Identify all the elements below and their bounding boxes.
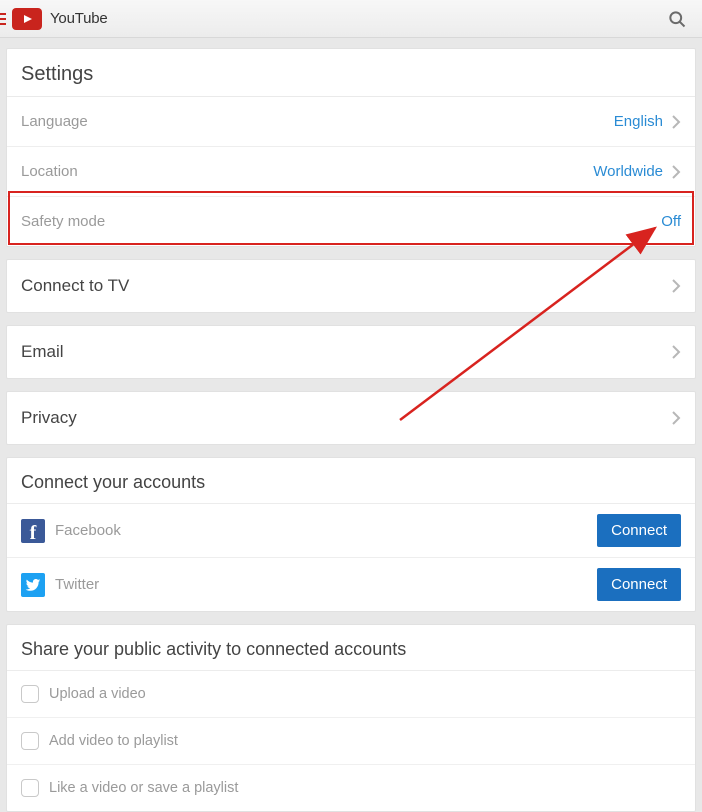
setting-row-location[interactable]: Location Worldwide (7, 147, 695, 197)
share-activity-title: Share your public activity to connected … (7, 625, 695, 671)
setting-label: Location (21, 163, 78, 180)
connect-accounts-card: Connect your accounts f Facebook Connect… (6, 457, 696, 612)
connect-button-twitter[interactable]: Connect (597, 568, 681, 601)
settings-title: Settings (7, 49, 695, 97)
nav-card-connect-tv[interactable]: Connect to TV (6, 259, 696, 313)
youtube-logo-icon[interactable] (12, 8, 42, 30)
chevron-right-icon (671, 114, 681, 130)
nav-label: Privacy (21, 408, 77, 428)
chevron-right-icon (671, 410, 681, 426)
share-option-label: Add video to playlist (49, 733, 178, 749)
menu-icon[interactable] (0, 13, 8, 25)
checkbox-icon[interactable] (21, 732, 39, 750)
setting-value: Off (661, 213, 681, 230)
nav-card-privacy[interactable]: Privacy (6, 391, 696, 445)
connect-accounts-title: Connect your accounts (7, 458, 695, 504)
setting-value: Worldwide (593, 163, 663, 180)
share-option-add-playlist[interactable]: Add video to playlist (7, 718, 695, 765)
chevron-right-icon (671, 344, 681, 360)
top-bar: YouTube (0, 0, 702, 38)
chevron-right-icon (671, 278, 681, 294)
checkbox-icon[interactable] (21, 779, 39, 797)
chevron-right-icon (671, 164, 681, 180)
share-option-like[interactable]: Like a video or save a playlist (7, 765, 695, 811)
account-row-twitter: Twitter Connect (7, 558, 695, 611)
account-row-facebook: f Facebook Connect (7, 504, 695, 558)
setting-value: English (614, 113, 663, 130)
account-label: Facebook (55, 522, 121, 539)
settings-card: Settings Language English Location World… (6, 48, 696, 247)
twitter-icon (21, 573, 45, 597)
account-label: Twitter (55, 576, 99, 593)
facebook-icon: f (21, 519, 45, 543)
share-activity-card: Share your public activity to connected … (6, 624, 696, 812)
setting-label: Safety mode (21, 213, 105, 230)
nav-label: Connect to TV (21, 276, 129, 296)
share-option-label: Like a video or save a playlist (49, 780, 238, 796)
setting-label: Language (21, 113, 88, 130)
brand-label: YouTube (50, 10, 108, 27)
connect-button-facebook[interactable]: Connect (597, 514, 681, 547)
nav-label: Email (21, 342, 64, 362)
search-icon[interactable] (662, 4, 692, 34)
nav-card-email[interactable]: Email (6, 325, 696, 379)
setting-row-language[interactable]: Language English (7, 97, 695, 147)
setting-row-safety-mode[interactable]: Safety mode Off (7, 197, 695, 246)
share-option-upload[interactable]: Upload a video (7, 671, 695, 718)
share-option-label: Upload a video (49, 686, 146, 702)
checkbox-icon[interactable] (21, 685, 39, 703)
